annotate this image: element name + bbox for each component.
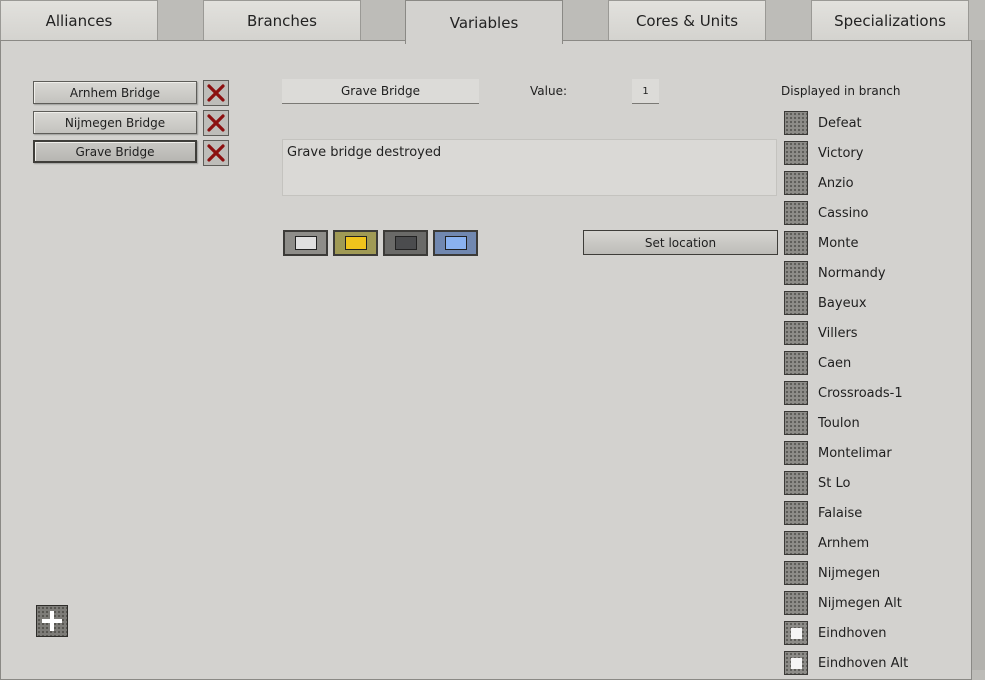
swatch-color	[294, 236, 317, 250]
value-label: Value:	[530, 84, 567, 98]
branch-checkbox[interactable]	[784, 321, 808, 345]
branch-row[interactable]: Victory	[784, 141, 863, 165]
branch-row[interactable]: Caen	[784, 351, 851, 375]
variable-item-grave-bridge[interactable]: Grave Bridge	[33, 140, 197, 163]
branch-label: Defeat	[818, 115, 862, 131]
branch-row[interactable]: Eindhoven	[784, 621, 886, 645]
branch-checkbox[interactable]	[784, 381, 808, 405]
branch-row[interactable]: Villers	[784, 321, 858, 345]
branch-label: Montelimar	[818, 445, 892, 461]
branch-row[interactable]: St Lo	[784, 471, 850, 495]
delete-variable-button[interactable]	[203, 80, 229, 106]
branch-checkbox[interactable]	[784, 231, 808, 255]
branch-checkbox[interactable]	[784, 411, 808, 435]
delete-variable-button[interactable]	[203, 110, 229, 136]
branch-label: Toulon	[818, 415, 860, 431]
branch-row[interactable]: Nijmegen Alt	[784, 591, 902, 615]
tab-specializations[interactable]: Specializations	[811, 0, 969, 40]
color-swatch-yellow[interactable]	[333, 230, 378, 256]
color-swatch-blue[interactable]	[433, 230, 478, 256]
branch-row[interactable]: Montelimar	[784, 441, 892, 465]
branch-checkbox[interactable]	[784, 651, 808, 675]
swatch-color	[444, 236, 467, 250]
branch-label: Anzio	[818, 175, 854, 191]
branch-checkbox[interactable]	[784, 351, 808, 375]
plus-icon	[42, 611, 62, 631]
branch-checkbox[interactable]	[784, 561, 808, 585]
swatch-color	[344, 236, 367, 250]
branch-label: Caen	[818, 355, 852, 371]
branch-checkbox[interactable]	[784, 441, 808, 465]
branch-row[interactable]: Anzio	[784, 171, 854, 195]
branch-row[interactable]: Crossroads-1	[784, 381, 903, 405]
color-swatch-white[interactable]	[283, 230, 328, 256]
swatch-color	[394, 236, 417, 250]
checkmark-icon	[790, 657, 802, 669]
add-variable-button[interactable]	[36, 605, 68, 637]
branch-checkbox[interactable]	[784, 291, 808, 315]
color-swatch-dark-gray[interactable]	[383, 230, 428, 256]
branch-row[interactable]: Cassino	[784, 201, 868, 225]
variable-item-arnhem-bridge[interactable]: Arnhem Bridge	[33, 81, 197, 104]
description-field[interactable]: Grave bridge destroyed	[282, 139, 777, 196]
branch-row[interactable]: Bayeux	[784, 291, 867, 315]
branch-checkbox[interactable]	[784, 471, 808, 495]
delete-variable-button[interactable]	[203, 140, 229, 166]
branch-checkbox[interactable]	[784, 141, 808, 165]
branch-label: Cassino	[818, 205, 869, 221]
variable-name-field[interactable]: Grave Bridge	[282, 79, 479, 104]
branch-label: Monte	[818, 235, 859, 251]
branch-row[interactable]: Nijmegen	[784, 561, 880, 585]
branch-label: Arnhem	[818, 535, 870, 551]
branch-checkbox[interactable]	[784, 591, 808, 615]
close-icon	[207, 84, 225, 102]
branch-checkbox[interactable]	[784, 501, 808, 525]
window-edge	[972, 40, 985, 670]
close-icon	[207, 114, 225, 132]
branches-heading: Displayed in branch	[781, 84, 901, 98]
branch-row[interactable]: Arnhem	[784, 531, 869, 555]
checkmark-icon	[790, 627, 802, 639]
branch-label: Normandy	[818, 265, 886, 281]
branch-label: Crossroads-1	[818, 385, 903, 401]
branch-label: Villers	[818, 325, 858, 341]
value-field[interactable]: 1	[632, 79, 659, 104]
tab-cores-units[interactable]: Cores & Units	[608, 0, 766, 40]
branch-checkbox[interactable]	[784, 261, 808, 285]
set-location-button[interactable]: Set location	[583, 230, 778, 255]
branch-row[interactable]: Falaise	[784, 501, 862, 525]
branch-row[interactable]: Defeat	[784, 111, 862, 135]
branch-label: St Lo	[818, 475, 851, 491]
branch-checkbox[interactable]	[784, 531, 808, 555]
branch-label: Bayeux	[818, 295, 867, 311]
close-icon	[207, 144, 225, 162]
branch-checkbox[interactable]	[784, 621, 808, 645]
branch-checkbox[interactable]	[784, 201, 808, 225]
branch-label: Nijmegen Alt	[818, 595, 902, 611]
branch-label: Victory	[818, 145, 864, 161]
tab-branches[interactable]: Branches	[203, 0, 361, 40]
branch-row[interactable]: Monte	[784, 231, 859, 255]
branch-label: Falaise	[818, 505, 863, 521]
branch-checkbox[interactable]	[784, 171, 808, 195]
branch-label: Eindhoven	[818, 625, 887, 641]
branch-row[interactable]: Toulon	[784, 411, 860, 435]
branch-label: Eindhoven Alt	[818, 655, 909, 671]
tab-variables[interactable]: Variables	[405, 0, 563, 44]
branch-checkbox[interactable]	[784, 111, 808, 135]
branch-label: Nijmegen	[818, 565, 881, 581]
variable-item-nijmegen-bridge[interactable]: Nijmegen Bridge	[33, 111, 197, 134]
branch-row[interactable]: Eindhoven Alt	[784, 651, 908, 675]
branch-row[interactable]: Normandy	[784, 261, 886, 285]
tab-alliances[interactable]: Alliances	[0, 0, 158, 40]
